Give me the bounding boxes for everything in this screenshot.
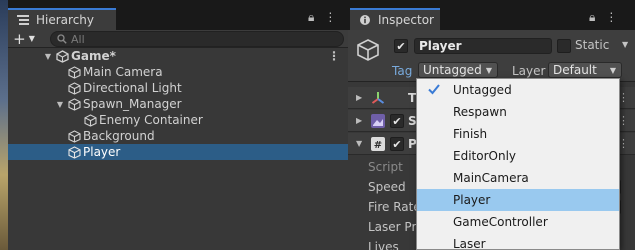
menu-kebab-icon[interactable]: ⋮ [324, 10, 336, 25]
component-title: T [408, 90, 417, 105]
tab-hierarchy-label: Hierarchy [36, 13, 95, 27]
check-icon: ✔ [392, 114, 402, 128]
expand-caret-icon[interactable]: ▼ [54, 100, 66, 109]
tree-row[interactable]: Background [8, 128, 348, 144]
gameobject-cube-icon [66, 96, 82, 112]
transform-axes-icon [370, 90, 386, 106]
gameobject-cube-icon [66, 64, 82, 80]
static-checkbox[interactable] [557, 39, 571, 53]
tree-label: Game* [71, 49, 116, 63]
check-icon: ✔ [396, 39, 406, 53]
layer-dropdown-value: Default [553, 63, 597, 77]
scene-menu-icon[interactable]: ⋮ [328, 49, 340, 63]
tree-row[interactable]: Directional Light [8, 80, 348, 96]
hierarchy-tab-bar: Hierarchy 🔒︎ ⋮ [8, 0, 348, 30]
field-label-speed: Speed [368, 180, 406, 194]
menu-item-label: Finish [453, 127, 488, 141]
chevron-down-icon: ▼ [485, 65, 492, 75]
chevron-down-icon: ▼ [28, 34, 35, 43]
tree-row[interactable]: ▼ Spawn_Manager [8, 96, 348, 112]
menu-item-label: Laser [453, 237, 486, 250]
component-enabled-checkbox[interactable]: ✔ [390, 114, 404, 128]
tree-row-selected[interactable]: Player [8, 144, 348, 160]
field-label-lives: Lives [368, 240, 399, 250]
tag-label: Tag [392, 64, 413, 78]
menu-item-respawn[interactable]: Respawn [417, 101, 619, 123]
tab-inspector-label: Inspector [378, 13, 434, 27]
tag-dropdown-menu: Untagged Respawn Finish EditorOnly MainC… [416, 78, 620, 250]
list-icon [16, 14, 30, 26]
static-label: Static [575, 38, 610, 52]
menu-item-gamecontroller[interactable]: GameController [417, 211, 619, 233]
menu-item-editoronly[interactable]: EditorOnly [417, 145, 619, 167]
tab-hierarchy[interactable]: Hierarchy [8, 8, 116, 30]
expand-caret-icon[interactable]: ▶ [356, 93, 362, 102]
svg-text:#: # [374, 140, 382, 151]
gameobject-cube-icon [66, 128, 82, 144]
menu-item-label: MainCamera [453, 171, 529, 185]
menu-item-maincamera[interactable]: MainCamera [417, 167, 619, 189]
field-label-script: Script [368, 160, 403, 174]
field-label-fire-rate: Fire Rate [368, 200, 421, 214]
menu-item-untagged[interactable]: Untagged [417, 79, 619, 101]
component-enabled-checkbox[interactable]: ✔ [390, 137, 404, 151]
hierarchy-toolbar: + ▼ All [8, 30, 348, 48]
hierarchy-panel: Hierarchy 🔒︎ ⋮ + ▼ All ▼ Game* ⋮ Main Ca… [8, 0, 348, 250]
tree-label: Player [83, 145, 121, 159]
checkmark-icon [427, 82, 441, 99]
lock-icon[interactable]: 🔒︎ [589, 10, 595, 25]
expand-caret-icon[interactable]: ▼ [356, 139, 362, 148]
tag-dropdown-value: Untagged [423, 63, 482, 77]
tree-label: Enemy Container [99, 113, 203, 127]
add-object-button[interactable]: + ▼ [8, 30, 40, 48]
expand-caret-icon[interactable]: ▼ [42, 52, 54, 61]
menu-item-laser[interactable]: Laser [417, 233, 619, 250]
expand-caret-icon[interactable]: ▶ [356, 116, 362, 125]
chevron-down-icon[interactable]: ▼ [622, 40, 628, 49]
sprite-renderer-icon [370, 113, 386, 129]
tree-row-scene[interactable]: ▼ Game* ⋮ [8, 48, 348, 64]
tree-label: Directional Light [83, 81, 182, 95]
tree-label: Background [83, 129, 155, 143]
menu-item-player[interactable]: Player [417, 189, 619, 211]
tree-row[interactable]: Enemy Container [8, 112, 348, 128]
check-icon: ✔ [392, 137, 402, 151]
scene-view-edge [0, 0, 8, 250]
tab-inspector[interactable]: Inspector [350, 8, 440, 30]
menu-item-label: GameController [453, 215, 548, 229]
tree-label: Main Camera [83, 65, 163, 79]
menu-item-label: Untagged [453, 83, 512, 97]
search-icon [57, 34, 67, 44]
menu-item-label: Player [453, 193, 491, 207]
chevron-down-icon: ▼ [609, 65, 616, 75]
csharp-script-icon: # [370, 136, 386, 152]
search-input[interactable]: All [50, 31, 344, 47]
gameobject-cube-icon [356, 38, 380, 65]
add-icon: + [13, 29, 26, 48]
tree-label: Spawn_Manager [83, 97, 182, 111]
lock-icon[interactable]: 🔒︎ [308, 10, 314, 25]
layer-dropdown[interactable]: Default ▼ [548, 62, 622, 78]
tree-row[interactable]: Main Camera [8, 64, 348, 80]
info-icon [358, 14, 372, 26]
unity-scene-icon [54, 48, 70, 64]
menu-item-finish[interactable]: Finish [417, 123, 619, 145]
menu-item-label: Respawn [453, 105, 507, 119]
tag-dropdown[interactable]: Untagged ▼ [418, 62, 498, 78]
menu-item-label: EditorOnly [453, 149, 516, 163]
object-name-field[interactable]: Player [414, 38, 552, 54]
hierarchy-tree: ▼ Game* ⋮ Main Camera Directional Light … [8, 48, 348, 160]
menu-kebab-icon[interactable]: ⋮ [605, 10, 617, 25]
layer-label: Layer [512, 64, 546, 78]
gameobject-cube-icon [66, 144, 82, 160]
inspector-tab-bar: Inspector 🔒︎ ⋮ [348, 0, 635, 30]
object-header: ✔ Player Static ▼ Tag Untagged ▼ Layer D… [348, 30, 635, 82]
active-checkbox[interactable]: ✔ [394, 39, 408, 53]
gameobject-cube-icon [82, 112, 98, 128]
search-placeholder: All [71, 32, 85, 46]
gameobject-cube-icon [66, 80, 82, 96]
